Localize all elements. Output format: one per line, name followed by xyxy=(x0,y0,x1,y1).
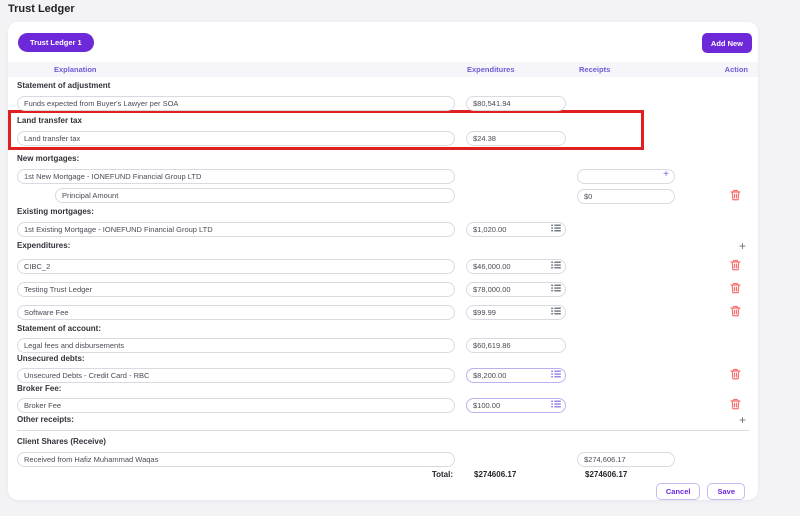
explanation-input[interactable] xyxy=(17,368,455,383)
list-icon[interactable] xyxy=(551,261,561,269)
expenditure-input[interactable] xyxy=(466,131,566,146)
receipt-input[interactable] xyxy=(577,169,675,184)
explanation-input[interactable] xyxy=(17,305,455,320)
section-label-statement-of-adjustment: Statement of adjustment xyxy=(8,81,758,91)
header-explanation: Explanation xyxy=(17,65,455,74)
header-expenditures: Expenditures xyxy=(466,65,566,74)
explanation-input[interactable] xyxy=(17,131,455,146)
expenditure-input[interactable] xyxy=(466,338,566,353)
save-button[interactable]: Save xyxy=(707,483,745,500)
section-label-land-transfer-tax: Land transfer tax xyxy=(11,116,641,126)
add-receipt-icon[interactable]: + xyxy=(739,415,746,425)
trash-icon xyxy=(730,305,741,317)
explanation-input[interactable] xyxy=(17,259,455,274)
table-row xyxy=(8,219,758,234)
section-header-expenditures: Expenditures: + xyxy=(8,240,758,252)
header-receipts: Receipts xyxy=(577,65,675,74)
header-action: Action xyxy=(686,65,748,74)
list-icon[interactable] xyxy=(551,370,561,378)
trash-icon xyxy=(730,398,741,410)
explanation-input[interactable] xyxy=(17,338,455,353)
section-label-other-receipts: Other receipts: xyxy=(17,415,74,425)
table-header-row: Explanation Expenditures Receipts Action xyxy=(8,62,758,77)
list-icon[interactable] xyxy=(551,284,561,292)
land-transfer-tax-highlight: Land transfer tax xyxy=(8,110,644,150)
table-row xyxy=(8,365,758,380)
delete-row-button[interactable] xyxy=(730,305,741,317)
table-row xyxy=(11,128,641,143)
section-label-existing-mortgages: Existing mortgages: xyxy=(8,207,758,217)
table-row xyxy=(8,186,758,201)
trash-icon xyxy=(730,368,741,380)
add-expenditure-icon[interactable]: + xyxy=(739,241,746,251)
explanation-input[interactable] xyxy=(17,398,455,413)
table-row: + xyxy=(8,166,758,181)
list-icon[interactable] xyxy=(551,224,561,232)
delete-row-button[interactable] xyxy=(730,189,741,201)
table-row xyxy=(8,93,758,108)
trash-icon xyxy=(730,259,741,271)
expenditure-input[interactable] xyxy=(466,96,566,111)
explanation-input[interactable] xyxy=(17,452,455,467)
delete-row-button[interactable] xyxy=(730,259,741,271)
table-row xyxy=(8,395,758,410)
total-label: Total: xyxy=(17,470,455,479)
principal-amount-input[interactable] xyxy=(55,188,455,203)
page-title: Trust Ledger xyxy=(8,3,75,15)
section-label-new-mortgages: New mortgages: xyxy=(8,154,758,164)
table-row xyxy=(8,335,758,350)
delete-row-button[interactable] xyxy=(730,368,741,380)
table-row xyxy=(8,279,758,294)
explanation-input[interactable] xyxy=(17,169,455,184)
trust-ledger-card: Trust Ledger 1 Add New Explanation Expen… xyxy=(8,22,758,500)
table-row xyxy=(8,302,758,317)
total-expenditures: $274606.17 xyxy=(466,470,566,479)
list-icon[interactable] xyxy=(551,307,561,315)
section-label-statement-of-account: Statement of account: xyxy=(8,324,758,334)
card-toolbar: Trust Ledger 1 Add New xyxy=(8,22,758,52)
cancel-button[interactable]: Cancel xyxy=(656,483,701,500)
section-label-unsecured-debts: Unsecured debts: xyxy=(8,354,758,364)
section-divider xyxy=(17,430,749,431)
trust-ledger-tab[interactable]: Trust Ledger 1 xyxy=(18,33,94,52)
section-label-broker-fee: Broker Fee: xyxy=(8,384,758,394)
explanation-input[interactable] xyxy=(17,96,455,111)
table-row xyxy=(8,449,758,464)
section-label-client-shares: Client Shares (Receive) xyxy=(8,437,758,447)
receipt-input[interactable] xyxy=(577,189,675,204)
receipt-input[interactable] xyxy=(577,452,675,467)
trash-icon xyxy=(730,189,741,201)
add-new-button[interactable]: Add New xyxy=(702,33,752,53)
add-principal-icon[interactable]: + xyxy=(663,170,669,180)
delete-row-button[interactable] xyxy=(730,398,741,410)
totals-row: Total: $274606.17 $274606.17 xyxy=(8,469,758,479)
table-row xyxy=(8,256,758,271)
explanation-input[interactable] xyxy=(17,282,455,297)
delete-row-button[interactable] xyxy=(730,282,741,294)
explanation-input[interactable] xyxy=(17,222,455,237)
section-header-other-receipts: Other receipts: + xyxy=(8,414,758,426)
section-label-expenditures: Expenditures: xyxy=(17,241,70,251)
trash-icon xyxy=(730,282,741,294)
footer-actions: Cancel Save xyxy=(8,483,758,500)
total-receipts: $274606.17 xyxy=(577,470,675,479)
list-icon[interactable] xyxy=(551,400,561,408)
